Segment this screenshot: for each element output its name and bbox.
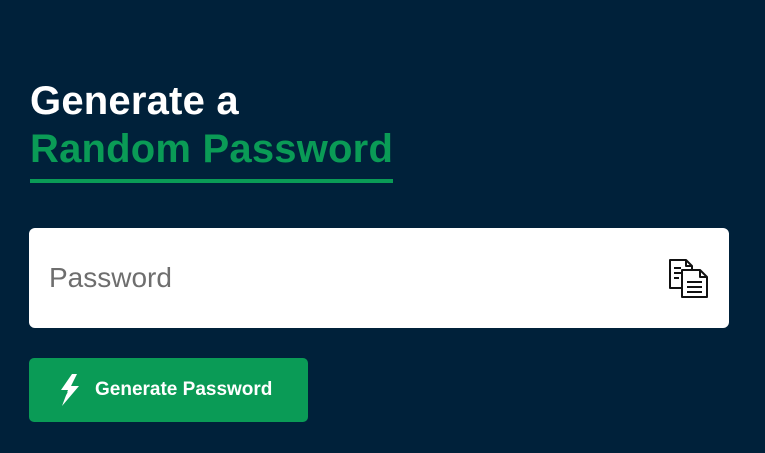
copy-icon bbox=[667, 257, 711, 301]
password-generator: Generate a Random Password Password Gene… bbox=[0, 0, 765, 453]
title-line-1: Generate a bbox=[30, 79, 239, 123]
generate-password-button[interactable]: Generate Password bbox=[29, 358, 308, 422]
password-input[interactable] bbox=[29, 228, 649, 328]
generate-button-label: Generate Password bbox=[95, 379, 273, 400]
page-title: Generate a Random Password bbox=[30, 77, 394, 183]
password-output-box bbox=[29, 228, 729, 328]
lightning-bolt-icon bbox=[55, 373, 95, 407]
title-line-2-highlight: Random Password bbox=[30, 125, 394, 183]
copy-button[interactable] bbox=[667, 257, 711, 301]
